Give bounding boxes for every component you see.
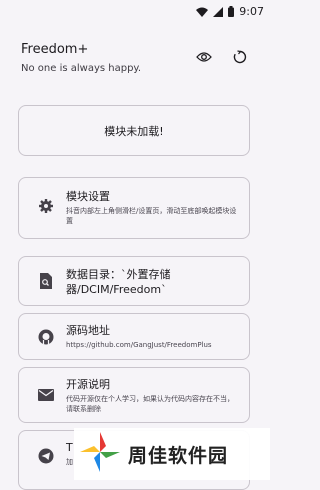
app-title: Freedom+ <box>21 42 89 57</box>
eye-icon[interactable] <box>194 47 214 67</box>
status-bar: 9:07 <box>0 0 270 18</box>
module-status-label: 模块未加载! <box>104 124 164 138</box>
signal-icon <box>213 2 224 21</box>
watermark-text: 周佳软件园 <box>128 444 229 467</box>
gear-icon <box>36 196 56 216</box>
module-settings-title: 模块设置 <box>66 190 110 203</box>
battery-icon <box>228 2 235 21</box>
app-subtitle: No one is always happy. <box>21 63 142 74</box>
open-source-item[interactable]: 开源说明 代码开源仅在个人学习，如果认为代码内容存在不当，请联系删除 <box>18 367 250 423</box>
watermark-logo-icon <box>78 430 122 478</box>
mail-icon <box>36 385 56 405</box>
wifi-icon <box>196 2 209 21</box>
app-bar: Freedom+ No one is always happy. <box>0 30 270 90</box>
source-code-url[interactable]: https://github.com/GangJust/FreedomPlus <box>66 340 239 350</box>
source-code-item[interactable]: 源码地址 https://github.com/GangJust/Freedom… <box>18 313 250 360</box>
module-settings-item[interactable]: 模块设置 抖音内部左上角侧滑栏/设置页，滑动至底部唤起模块设置 <box>18 177 250 239</box>
watermark: 周佳软件园 <box>74 428 270 480</box>
data-directory-item[interactable]: 数据目录：`外置存储器/DCIM/Freedom` <box>18 256 250 306</box>
folder-search-icon <box>36 271 56 291</box>
data-directory-text: 数据目录：`外置存储器/DCIM/Freedom` <box>66 268 171 296</box>
status-time: 9:07 <box>239 5 264 18</box>
refresh-icon[interactable] <box>230 47 250 67</box>
module-settings-desc: 抖音内部左上角侧滑栏/设置页，滑动至底部唤起模块设置 <box>66 207 237 225</box>
open-source-desc: 代码开源仅在个人学习，如果认为代码内容存在不当，请联系删除 <box>66 395 234 413</box>
github-icon <box>36 327 56 347</box>
module-status-card[interactable]: 模块未加载! <box>18 105 250 156</box>
source-code-title: 源码地址 <box>66 324 110 337</box>
telegram-icon <box>36 446 56 466</box>
open-source-title: 开源说明 <box>66 378 110 391</box>
